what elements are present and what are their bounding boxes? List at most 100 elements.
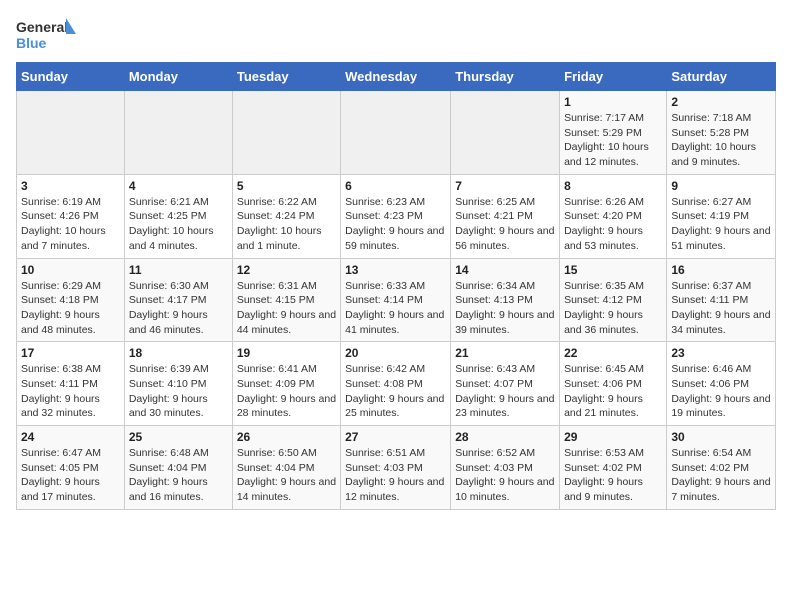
day-number: 13: [345, 263, 446, 277]
calendar-cell: 27 Sunrise: 6:51 AM Sunset: 4:03 PM Dayli…: [341, 426, 451, 510]
calendar-cell: 14 Sunrise: 6:34 AM Sunset: 4:13 PM Dayli…: [451, 258, 560, 342]
day-number: 14: [455, 263, 555, 277]
calendar-cell: [451, 91, 560, 175]
calendar-cell: 26 Sunrise: 6:50 AM Sunset: 4:04 PM Dayli…: [232, 426, 340, 510]
day-number: 3: [21, 179, 120, 193]
calendar-cell: 20 Sunrise: 6:42 AM Sunset: 4:08 PM Dayli…: [341, 342, 451, 426]
day-info: Sunrise: 6:19 AM Sunset: 4:26 PM Dayligh…: [21, 195, 120, 254]
day-number: 5: [237, 179, 336, 193]
calendar-week-row: 1 Sunrise: 7:17 AM Sunset: 5:29 PM Daylig…: [17, 91, 776, 175]
day-info: Sunrise: 6:50 AM Sunset: 4:04 PM Dayligh…: [237, 446, 336, 505]
calendar-cell: 9 Sunrise: 6:27 AM Sunset: 4:19 PM Daylig…: [667, 174, 776, 258]
day-number: 28: [455, 430, 555, 444]
day-header-saturday: Saturday: [667, 63, 776, 91]
day-number: 20: [345, 346, 446, 360]
day-info: Sunrise: 6:26 AM Sunset: 4:20 PM Dayligh…: [564, 195, 662, 254]
svg-text:Blue: Blue: [16, 35, 47, 51]
header: GeneralBlue: [16, 16, 776, 52]
logo-svg: GeneralBlue: [16, 16, 76, 52]
day-number: 7: [455, 179, 555, 193]
day-info: Sunrise: 6:54 AM Sunset: 4:02 PM Dayligh…: [671, 446, 771, 505]
calendar-cell: 16Sunrise: 6:37 AM Sunset: 4:11 PM Dayli…: [667, 258, 776, 342]
calendar-table: SundayMondayTuesdayWednesdayThursdayFrid…: [16, 62, 776, 510]
calendar-cell: 7 Sunrise: 6:25 AM Sunset: 4:21 PM Daylig…: [451, 174, 560, 258]
calendar-week-row: 24 Sunrise: 6:47 AM Sunset: 4:05 PM Dayli…: [17, 426, 776, 510]
day-number: 11: [129, 263, 228, 277]
day-number: 18: [129, 346, 228, 360]
day-number: 23: [671, 346, 771, 360]
day-number: 4: [129, 179, 228, 193]
day-info: Sunrise: 6:34 AM Sunset: 4:13 PM Dayligh…: [455, 279, 555, 338]
calendar-cell: 28 Sunrise: 6:52 AM Sunset: 4:03 PM Dayli…: [451, 426, 560, 510]
day-info: Sunrise: 6:23 AM Sunset: 4:23 PM Dayligh…: [345, 195, 446, 254]
day-header-sunday: Sunday: [17, 63, 125, 91]
calendar-cell: [341, 91, 451, 175]
day-info: Sunrise: 6:22 AM Sunset: 4:24 PM Dayligh…: [237, 195, 336, 254]
calendar-cell: 10 Sunrise: 6:29 AM Sunset: 4:18 PM Dayli…: [17, 258, 125, 342]
calendar-cell: 6 Sunrise: 6:23 AM Sunset: 4:23 PM Daylig…: [341, 174, 451, 258]
calendar-cell: 12 Sunrise: 6:31 AM Sunset: 4:15 PM Dayli…: [232, 258, 340, 342]
day-number: 27: [345, 430, 446, 444]
day-number: 24: [21, 430, 120, 444]
day-info: Sunrise: 6:47 AM Sunset: 4:05 PM Dayligh…: [21, 446, 120, 505]
calendar-cell: 13 Sunrise: 6:33 AM Sunset: 4:14 PM Dayli…: [341, 258, 451, 342]
day-info: Sunrise: 6:45 AM Sunset: 4:06 PM Dayligh…: [564, 362, 662, 421]
calendar-week-row: 3 Sunrise: 6:19 AM Sunset: 4:26 PM Daylig…: [17, 174, 776, 258]
day-info: Sunrise: 6:31 AM Sunset: 4:15 PM Dayligh…: [237, 279, 336, 338]
day-info: Sunrise: 7:17 AM Sunset: 5:29 PM Dayligh…: [564, 111, 662, 170]
calendar-cell: [17, 91, 125, 175]
day-header-thursday: Thursday: [451, 63, 560, 91]
day-info: Sunrise: 6:30 AM Sunset: 4:17 PM Dayligh…: [129, 279, 228, 338]
day-info: Sunrise: 6:25 AM Sunset: 4:21 PM Dayligh…: [455, 195, 555, 254]
calendar-cell: 2Sunrise: 7:18 AM Sunset: 5:28 PM Daylig…: [667, 91, 776, 175]
day-number: 16: [671, 263, 771, 277]
calendar-week-row: 17 Sunrise: 6:38 AM Sunset: 4:11 PM Dayli…: [17, 342, 776, 426]
day-number: 22: [564, 346, 662, 360]
day-number: 9: [671, 179, 771, 193]
day-number: 1: [564, 95, 662, 109]
calendar-cell: 1 Sunrise: 7:17 AM Sunset: 5:29 PM Daylig…: [560, 91, 667, 175]
day-header-tuesday: Tuesday: [232, 63, 340, 91]
calendar-header-row: SundayMondayTuesdayWednesdayThursdayFrid…: [17, 63, 776, 91]
day-number: 21: [455, 346, 555, 360]
day-info: Sunrise: 6:41 AM Sunset: 4:09 PM Dayligh…: [237, 362, 336, 421]
day-info: Sunrise: 6:39 AM Sunset: 4:10 PM Dayligh…: [129, 362, 228, 421]
day-number: 15: [564, 263, 662, 277]
calendar-cell: 29 Sunrise: 6:53 AM Sunset: 4:02 PM Dayli…: [560, 426, 667, 510]
calendar-week-row: 10 Sunrise: 6:29 AM Sunset: 4:18 PM Dayli…: [17, 258, 776, 342]
day-number: 29: [564, 430, 662, 444]
day-info: Sunrise: 6:38 AM Sunset: 4:11 PM Dayligh…: [21, 362, 120, 421]
day-info: Sunrise: 6:53 AM Sunset: 4:02 PM Dayligh…: [564, 446, 662, 505]
day-info: Sunrise: 6:33 AM Sunset: 4:14 PM Dayligh…: [345, 279, 446, 338]
calendar-cell: 23 Sunrise: 6:46 AM Sunset: 4:06 PM Dayli…: [667, 342, 776, 426]
day-number: 19: [237, 346, 336, 360]
day-info: Sunrise: 6:27 AM Sunset: 4:19 PM Dayligh…: [671, 195, 771, 254]
day-header-monday: Monday: [124, 63, 232, 91]
day-info: Sunrise: 6:43 AM Sunset: 4:07 PM Dayligh…: [455, 362, 555, 421]
calendar-cell: 24 Sunrise: 6:47 AM Sunset: 4:05 PM Dayli…: [17, 426, 125, 510]
day-info: Sunrise: 6:21 AM Sunset: 4:25 PM Dayligh…: [129, 195, 228, 254]
day-number: 12: [237, 263, 336, 277]
calendar-cell: 15 Sunrise: 6:35 AM Sunset: 4:12 PM Dayli…: [560, 258, 667, 342]
calendar-cell: 11 Sunrise: 6:30 AM Sunset: 4:17 PM Dayli…: [124, 258, 232, 342]
day-number: 17: [21, 346, 120, 360]
calendar-cell: 22 Sunrise: 6:45 AM Sunset: 4:06 PM Dayli…: [560, 342, 667, 426]
day-number: 26: [237, 430, 336, 444]
day-info: Sunrise: 6:51 AM Sunset: 4:03 PM Dayligh…: [345, 446, 446, 505]
calendar-cell: 30 Sunrise: 6:54 AM Sunset: 4:02 PM Dayli…: [667, 426, 776, 510]
day-info: Sunrise: 6:46 AM Sunset: 4:06 PM Dayligh…: [671, 362, 771, 421]
day-header-friday: Friday: [560, 63, 667, 91]
day-info: Sunrise: 6:42 AM Sunset: 4:08 PM Dayligh…: [345, 362, 446, 421]
day-number: 30: [671, 430, 771, 444]
day-info: Sunrise: 6:29 AM Sunset: 4:18 PM Dayligh…: [21, 279, 120, 338]
day-info: Sunrise: 6:35 AM Sunset: 4:12 PM Dayligh…: [564, 279, 662, 338]
calendar-cell: [232, 91, 340, 175]
calendar-cell: 17 Sunrise: 6:38 AM Sunset: 4:11 PM Dayli…: [17, 342, 125, 426]
calendar-cell: 19 Sunrise: 6:41 AM Sunset: 4:09 PM Dayli…: [232, 342, 340, 426]
calendar-cell: [124, 91, 232, 175]
day-info: Sunrise: 6:52 AM Sunset: 4:03 PM Dayligh…: [455, 446, 555, 505]
day-number: 10: [21, 263, 120, 277]
calendar-cell: 18 Sunrise: 6:39 AM Sunset: 4:10 PM Dayli…: [124, 342, 232, 426]
day-number: 6: [345, 179, 446, 193]
day-header-wednesday: Wednesday: [341, 63, 451, 91]
